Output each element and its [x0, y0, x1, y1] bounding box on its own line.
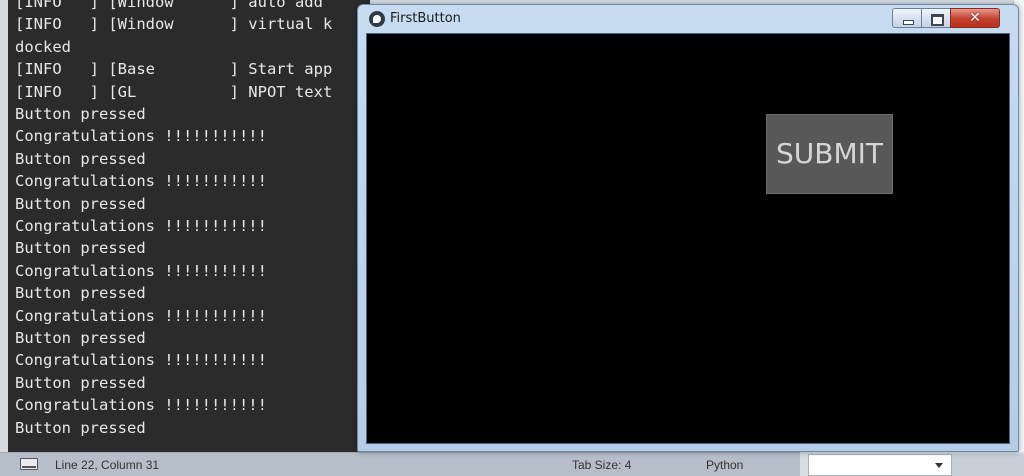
status-bar: Line 22, Column 31 Tab Size: 4 Python	[0, 452, 800, 476]
terminal-line: [INFO ] [GL ] NPOT text	[15, 82, 333, 101]
terminal-line: Congratulations !!!!!!!!!!!	[15, 306, 267, 325]
terminal-line: Button pressed	[15, 105, 146, 123]
maximize-icon	[931, 14, 944, 26]
terminal-line: Congratulations !!!!!!!!!!!	[15, 127, 267, 146]
close-icon: ✕	[969, 10, 981, 26]
terminal-line: Congratulations !!!!!!!!!!!	[15, 261, 267, 280]
cursor-position[interactable]: Line 22, Column 31	[55, 458, 159, 472]
terminal-line: Button pressed	[15, 373, 146, 392]
terminal-line: Button pressed	[15, 418, 146, 437]
minimize-button[interactable]	[892, 8, 922, 28]
maximize-button[interactable]	[921, 8, 951, 28]
terminal-line: Button pressed	[15, 284, 146, 303]
window-title: FirstButton	[390, 11, 461, 26]
terminal-output: [INFO ] [Window ] auto add [INFO ] [Windo…	[0, 0, 370, 452]
minimize-icon	[903, 20, 914, 25]
app-window: FirstButton ✕ SUBMIT	[357, 4, 1019, 452]
app-canvas: SUBMIT	[366, 33, 1010, 444]
terminal-line: [INFO ] [Window ] auto add	[15, 0, 323, 11]
terminal-line: Congratulations !!!!!!!!!!!	[15, 217, 267, 235]
terminal-line: Congratulations !!!!!!!!!!!	[15, 351, 267, 370]
terminal-line: Button pressed	[15, 239, 146, 258]
terminal-line: Button pressed	[15, 329, 146, 347]
terminal-line: [INFO ] [Window ] virtual k	[15, 15, 333, 34]
submit-button[interactable]: SUBMIT	[766, 114, 893, 194]
dropdown-select[interactable]	[808, 454, 952, 476]
panel-toggle-icon[interactable]	[20, 458, 38, 470]
terminal-line: Congratulations !!!!!!!!!!!	[15, 172, 267, 191]
close-button[interactable]: ✕	[950, 8, 1000, 28]
terminal-line: Congratulations !!!!!!!!!!!	[15, 396, 267, 415]
tab-size-indicator[interactable]: Tab Size: 4	[572, 458, 631, 472]
terminal-line: Button pressed	[15, 194, 146, 213]
kivy-app-icon[interactable]	[369, 11, 385, 27]
terminal-line: [INFO ] [Base ] Start app	[15, 60, 333, 79]
chevron-down-icon	[935, 463, 943, 468]
terminal-line: docked	[15, 37, 71, 56]
taskbar-area	[952, 454, 1024, 476]
terminal-line: Button pressed	[15, 149, 146, 168]
syntax-indicator[interactable]: Python	[706, 458, 743, 472]
